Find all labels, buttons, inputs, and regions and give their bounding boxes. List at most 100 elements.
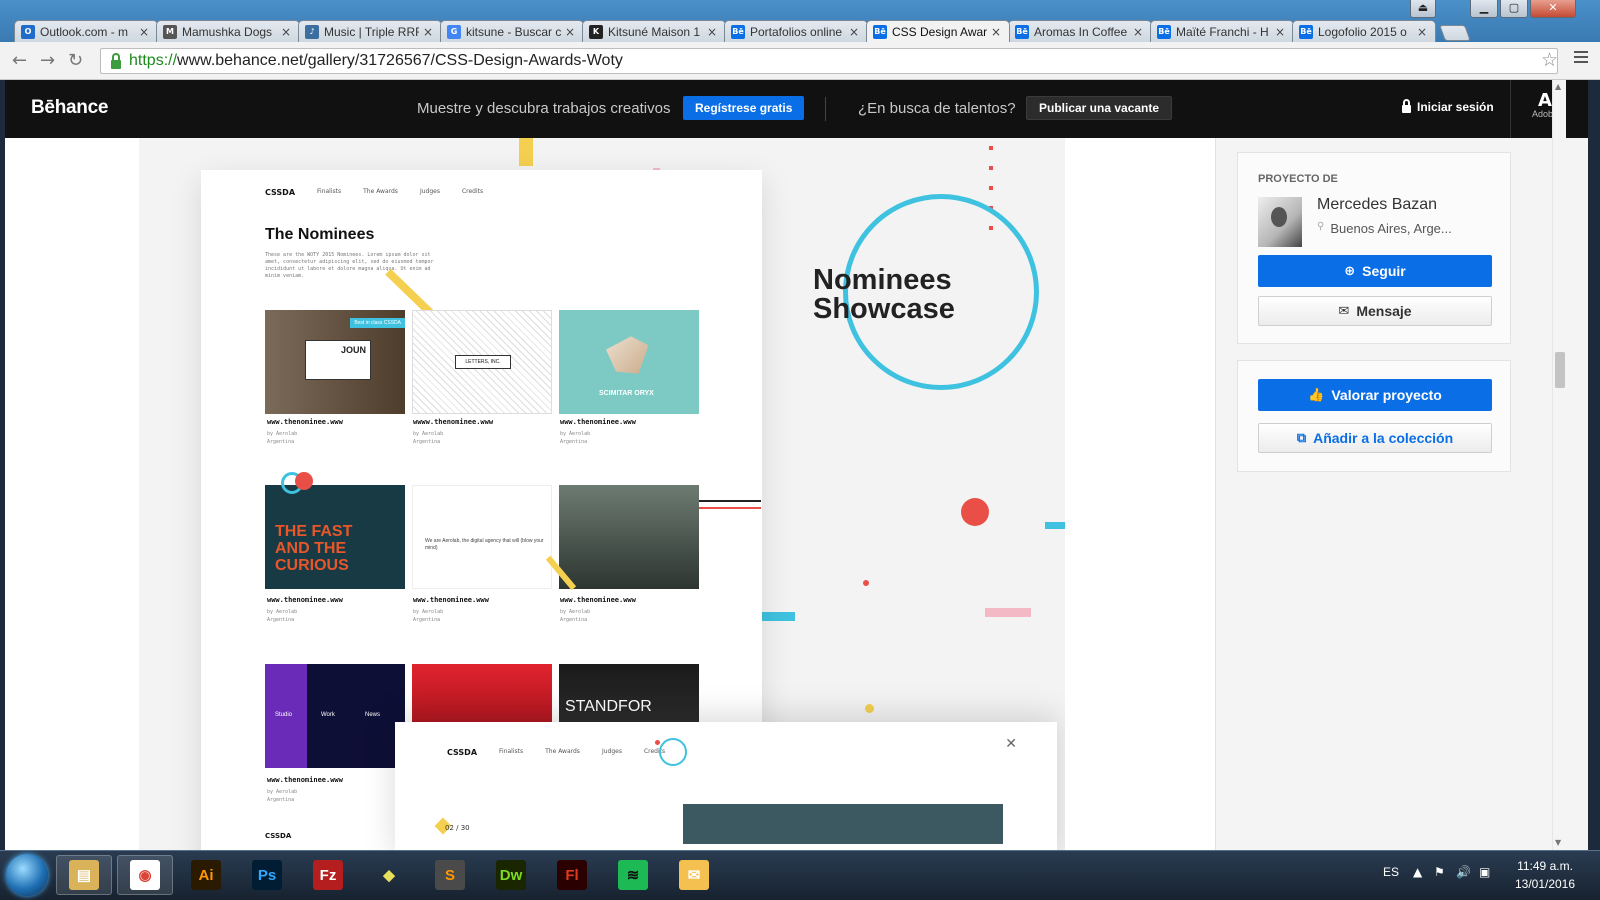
tab-close-icon[interactable]: ×	[707, 25, 719, 39]
browser-tab[interactable]: ♪ Music | Triple RRR ×	[298, 20, 442, 42]
maximize-button[interactable]: ▢	[1500, 0, 1528, 18]
taskbar-dreamweaver-button[interactable]: Dw	[483, 855, 539, 895]
mock-description: These are the WOTY 2015 Nominees. Lorem …	[265, 252, 434, 279]
spotify-icon: ≋	[618, 860, 648, 890]
browser-tab[interactable]: K Kitsuné Maison 1 ×	[582, 20, 726, 42]
minimize-button[interactable]: ▁	[1470, 0, 1498, 18]
nominee-tile[interactable]: JOUN Best in class CSSDA	[265, 310, 405, 414]
new-tab-button[interactable]	[1439, 25, 1471, 41]
network-icon[interactable]: ▣	[1479, 865, 1490, 879]
show-hidden-icons-icon[interactable]: ▲	[1413, 865, 1422, 879]
mock-nav-item: Finalists	[317, 188, 342, 195]
close-window-button[interactable]: ✕	[1530, 0, 1576, 18]
address-bar[interactable]: https://www.behance.net/gallery/31726567…	[100, 48, 1558, 74]
tile-country: Argentina	[413, 439, 441, 445]
browser-tab[interactable]: Bē Portafolios online ×	[724, 20, 868, 42]
modal-logo: CSSDA	[447, 748, 478, 757]
tile-country: Argentina	[560, 617, 588, 623]
oryx-illustration	[606, 336, 649, 374]
tile-url[interactable]: www.thenominee.www	[560, 418, 636, 426]
taskbar-chrome-button[interactable]: ◉	[117, 855, 173, 895]
browser-tab[interactable]: Bē Maïté Franchi - H ×	[1150, 20, 1294, 42]
volume-icon[interactable]: 🔊	[1456, 865, 1471, 879]
taskbar-flash-button[interactable]: Fl	[544, 855, 600, 895]
taskbar-explorer-button[interactable]: ▤	[56, 855, 112, 895]
browser-tab[interactable]: Bē Logofolio 2015 o ×	[1292, 20, 1436, 42]
appreciate-button[interactable]: 👍 Valorar proyecto	[1258, 379, 1492, 411]
project-canvas: Nominees Showcase CSSDA Finalists The Aw…	[5, 138, 1237, 850]
behance-header: Bēhance Muestre y descubra trabajos crea…	[5, 80, 1588, 138]
follow-button[interactable]: ⊕ Seguir	[1258, 255, 1492, 287]
tab-close-icon[interactable]: ×	[281, 25, 293, 39]
back-arrow-icon[interactable]: ←	[12, 50, 27, 71]
tile-author: by Aerolab	[267, 431, 298, 437]
scroll-up-icon[interactable]: ▲	[1555, 82, 1561, 91]
tile-url[interactable]: www.thenominee.www	[267, 776, 343, 784]
add-collection-button[interactable]: ⧉ Añadir a la colección	[1258, 423, 1492, 453]
system-clock[interactable]: 11:49 a.m. 13/01/2016	[1505, 857, 1585, 893]
post-job-button[interactable]: Publicar una vacante	[1026, 96, 1173, 120]
scroll-down-icon[interactable]: ▼	[1555, 838, 1561, 847]
taskbar-photoshop-button[interactable]: Ps	[239, 855, 295, 895]
browser-tab[interactable]: Gkitsune - Buscar c ×	[440, 20, 584, 42]
avatar[interactable]	[1258, 197, 1302, 247]
owner-name[interactable]: Mercedes Bazan	[1317, 196, 1437, 214]
taskbar-filezilla-button[interactable]: Fz	[300, 855, 356, 895]
behance-logo[interactable]: Bēhance	[31, 97, 108, 119]
start-button[interactable]	[6, 854, 48, 896]
reload-icon[interactable]: ↻	[68, 50, 83, 71]
browser-tab[interactable]: Bē Aromas In Coffee ×	[1008, 20, 1152, 42]
modal-pager: 02 / 30	[445, 824, 470, 832]
window-aux-icon[interactable]: ⏏	[1410, 0, 1436, 18]
chrome-menu-icon[interactable]	[1574, 51, 1588, 63]
nominee-tile[interactable]	[559, 485, 699, 589]
browser-tab[interactable]: O Outlook.com - m ×	[14, 20, 158, 42]
tile-byline: by Aerolab Argentina	[560, 608, 590, 624]
taskbar-outlook-app-button[interactable]: ✉	[666, 855, 722, 895]
tile-url[interactable]: www.thenominee.www	[267, 596, 343, 604]
scroll-thumb[interactable]	[1555, 352, 1565, 388]
taskbar-illustrator-button[interactable]: Ai	[178, 855, 234, 895]
taskbar-spotify-button[interactable]: ≋	[605, 855, 661, 895]
browser-tab[interactable]: Bē CSS Design Awar ×	[866, 20, 1010, 42]
nominee-tile[interactable]: SCIMITAR ORYX	[559, 310, 699, 414]
mock-nav-item: The Awards	[363, 188, 398, 195]
credits-modal-mockup: CSSDA Finalists The Awards Judges Credit…	[395, 722, 1057, 850]
nominee-tile[interactable]: Studio Work News	[265, 664, 405, 768]
tab-close-icon[interactable]: ×	[423, 25, 435, 39]
sublime-icon: S	[435, 860, 465, 890]
flash-icon: Fl	[557, 860, 587, 890]
language-indicator[interactable]: ES	[1383, 865, 1399, 879]
mock-logo: CSSDA	[265, 188, 296, 197]
taskbar-sketchup-button[interactable]: ◆	[361, 855, 417, 895]
tab-close-icon[interactable]: ×	[991, 25, 1003, 39]
tile-url[interactable]: www.thenominee.www	[267, 418, 343, 426]
message-button[interactable]: ✉ Mensaje	[1258, 296, 1492, 326]
nominee-tile[interactable]: We are Aerolab, the digital agency that …	[412, 485, 552, 589]
nominee-tile[interactable]: THE FAST AND THE CURIOUS	[265, 485, 405, 589]
url-text: www.behance.net/gallery/31726567/CSS-Des…	[177, 52, 623, 69]
tab-close-icon[interactable]: ×	[1417, 25, 1429, 39]
login-link[interactable]: Iniciar sesión	[1402, 99, 1494, 114]
tab-close-icon[interactable]: ×	[1133, 25, 1145, 39]
nominee-tile[interactable]: LETTERS, INC.	[412, 310, 552, 414]
bookmark-star-icon[interactable]: ☆	[1541, 49, 1558, 71]
tab-favicon-icon: Bē	[1157, 24, 1171, 39]
tab-close-icon[interactable]: ×	[849, 25, 861, 39]
tile-url[interactable]: wwww.thenominee.www	[413, 418, 493, 426]
tab-close-icon[interactable]: ×	[139, 25, 151, 39]
taskbar-sublime-button[interactable]: S	[422, 855, 478, 895]
forward-arrow-icon[interactable]: →	[40, 50, 55, 71]
envelope-icon: ✉	[1338, 303, 1350, 319]
page-scrollbar[interactable]: ▲ ▼	[1552, 80, 1566, 850]
clock-date: 13/01/2016	[1514, 877, 1576, 891]
tile-url[interactable]: www.thenominee.www	[560, 596, 636, 604]
tab-close-icon[interactable]: ×	[1275, 25, 1287, 39]
action-center-flag-icon[interactable]: ⚑	[1434, 865, 1445, 879]
browser-tab[interactable]: M Mamushka Dogs ×	[156, 20, 300, 42]
tab-close-icon[interactable]: ×	[565, 25, 577, 39]
tile-url[interactable]: www.thenominee.www	[413, 596, 489, 604]
best-in-class-badge: Best in class CSSDA	[350, 318, 405, 328]
modal-nav-item: The Awards	[545, 748, 580, 755]
signup-button[interactable]: Regístrese gratis	[683, 96, 805, 120]
